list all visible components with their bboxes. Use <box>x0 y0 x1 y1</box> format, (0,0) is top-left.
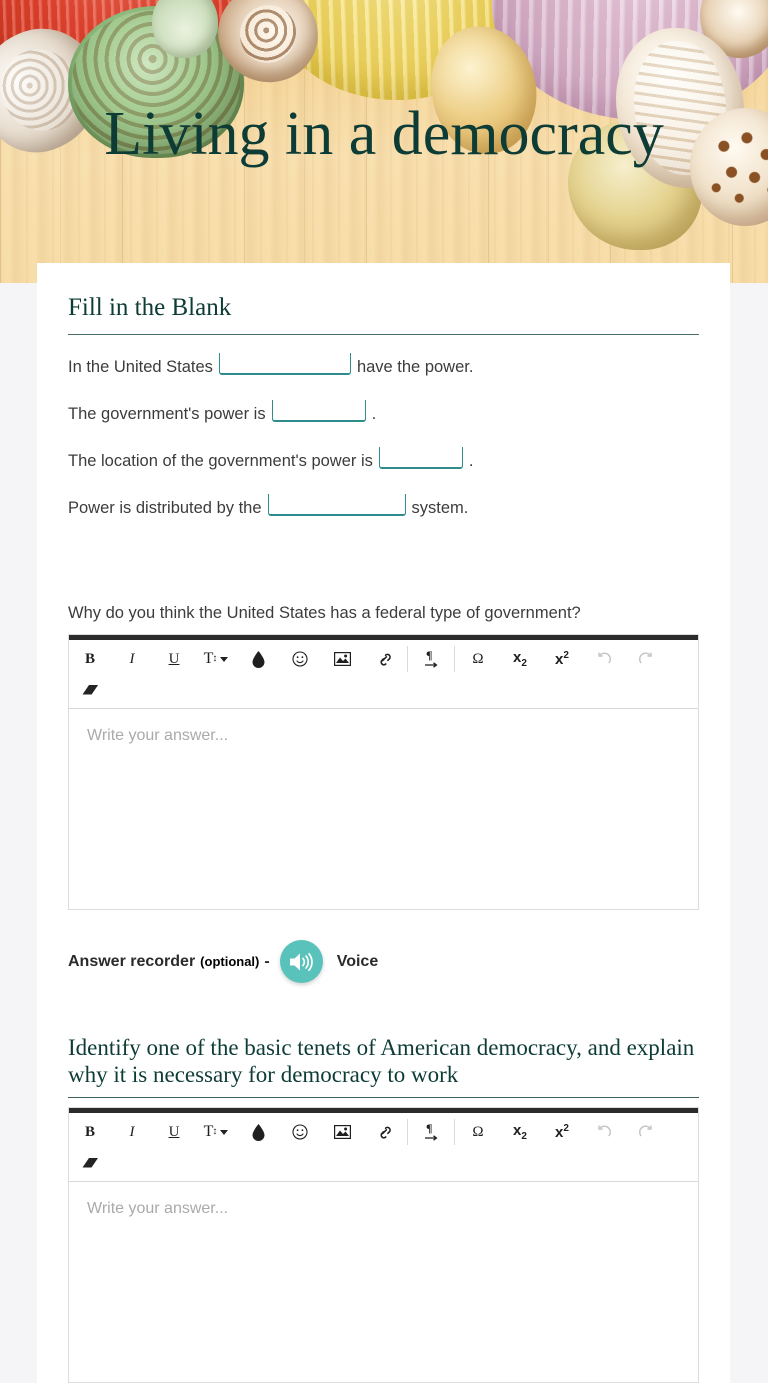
fill-blank-input-4[interactable] <box>267 494 406 516</box>
text-color-button[interactable] <box>237 1117 279 1147</box>
special-character-button[interactable]: Ω <box>457 644 499 674</box>
section-title-fill-in-the-blank: Fill in the Blank <box>68 294 232 321</box>
editor-textarea-1[interactable]: Write your answer... <box>69 709 698 910</box>
bold-button[interactable]: B <box>69 1117 111 1147</box>
fill-blank-input-1[interactable] <box>218 353 351 375</box>
redo-button[interactable] <box>625 644 667 674</box>
speaker-icon <box>290 952 314 971</box>
answer-recorder-label: Answer recorder <box>68 952 196 970</box>
clear-formatting-button[interactable] <box>69 1147 111 1177</box>
toolbar-separator <box>454 1119 455 1146</box>
toolbar-separator <box>454 646 455 673</box>
fill-blank-text-after-2: . <box>371 404 377 423</box>
superscript-button[interactable]: x2 <box>541 644 583 674</box>
italic-button[interactable]: I <box>111 644 153 674</box>
editor-toolbar-2: B I U T ↕ ¶ Ω x2 x2 <box>69 1113 698 1183</box>
droplet-icon <box>252 650 264 668</box>
chevron-down-icon <box>220 1129 229 1135</box>
fill-blank-text-before-3: The location of the government's power i… <box>68 451 373 470</box>
fill-blank-input-2[interactable] <box>271 400 366 422</box>
fill-blank-row-1: In the United States have the power. <box>68 353 699 375</box>
superscript-button[interactable]: x2 <box>541 1117 583 1147</box>
insert-link-button[interactable] <box>363 644 405 674</box>
chevron-down-icon <box>220 656 229 662</box>
svg-text:¶: ¶ <box>426 1121 432 1135</box>
undo-button[interactable] <box>583 644 625 674</box>
redo-button[interactable] <box>625 1117 667 1147</box>
image-icon <box>333 1125 351 1140</box>
answer-recorder-row: Answer recorder (optional) - Voice <box>68 940 699 984</box>
toolbar-separator <box>407 646 408 673</box>
bold-button[interactable]: B <box>69 644 111 674</box>
insert-image-button[interactable] <box>321 1117 363 1147</box>
paragraph-direction-icon: ¶ <box>424 648 437 669</box>
emoji-button[interactable] <box>279 644 321 674</box>
insert-link-button[interactable] <box>363 1117 405 1147</box>
fill-blank-text-after-1: have the power. <box>356 357 474 376</box>
undo-icon <box>598 1125 611 1137</box>
link-icon <box>379 653 391 666</box>
rich-text-editor-1: B I U T ↕ ¶ Ω x2 x2 Write your answer... <box>68 634 699 911</box>
font-size-button[interactable]: T ↕ <box>195 644 237 674</box>
question-2-divider <box>68 1097 699 1099</box>
fill-blank-text-after-4: system. <box>411 498 469 517</box>
redo-icon <box>639 652 652 664</box>
editor-toolbar-1: B I U T ↕ ¶ Ω x2 x2 <box>69 640 698 710</box>
underline-button[interactable]: U <box>153 1117 195 1147</box>
worksheet-card: Fill in the Blank In the United States h… <box>37 263 730 1383</box>
editor-textarea-2[interactable]: Write your answer... <box>69 1182 698 1383</box>
fill-blank-text-before-4: Power is distributed by the <box>68 498 262 517</box>
subscript-button[interactable]: x2 <box>499 1117 541 1147</box>
link-icon <box>379 1126 391 1139</box>
question-1-prompt: Why do you think the United States has a… <box>68 604 581 622</box>
insert-image-button[interactable] <box>321 644 363 674</box>
rich-text-editor-2: B I U T ↕ ¶ Ω x2 x2 Write your answer... <box>68 1107 699 1383</box>
smiley-icon <box>292 1124 308 1140</box>
fill-blank-text-before-1: In the United States <box>68 357 213 376</box>
eraser-icon <box>82 1158 98 1168</box>
paragraph-direction-icon: ¶ <box>424 1121 437 1142</box>
question-2-prompt: Identify one of the basic tenets of Amer… <box>68 1035 695 1087</box>
svg-text:¶: ¶ <box>426 648 432 662</box>
answer-recorder-optional-label: (optional) <box>200 954 260 970</box>
fill-blank-input-3[interactable] <box>378 447 463 469</box>
answer-recorder-dash: - <box>264 952 270 970</box>
eraser-icon <box>82 685 98 695</box>
font-size-button[interactable]: T ↕ <box>195 1117 237 1147</box>
fill-blank-text-after-3: . <box>468 451 474 470</box>
subscript-button[interactable]: x2 <box>499 644 541 674</box>
fill-blank-row-2: The government's power is . <box>68 400 699 422</box>
paragraph-direction-button[interactable]: ¶ <box>410 1117 452 1147</box>
undo-icon <box>598 652 611 664</box>
paragraph-direction-button[interactable]: ¶ <box>410 644 452 674</box>
text-color-button[interactable] <box>237 644 279 674</box>
redo-icon <box>639 1125 652 1137</box>
droplet-icon <box>252 1123 264 1141</box>
fill-blank-text-before-2: The government's power is <box>68 404 266 423</box>
toolbar-separator <box>407 1119 408 1146</box>
page-banner: Living in a democracy <box>0 0 768 283</box>
fill-blank-row-3: The location of the government's power i… <box>68 447 699 469</box>
italic-button[interactable]: I <box>111 1117 153 1147</box>
image-icon <box>333 652 351 667</box>
fill-blank-row-4: Power is distributed by the system. <box>68 494 699 516</box>
undo-button[interactable] <box>583 1117 625 1147</box>
voice-record-button[interactable] <box>279 940 323 984</box>
special-character-button[interactable]: Ω <box>457 1117 499 1147</box>
underline-button[interactable]: U <box>153 644 195 674</box>
smiley-icon <box>292 651 308 667</box>
emoji-button[interactable] <box>279 1117 321 1147</box>
clear-formatting-button[interactable] <box>69 674 111 704</box>
page-title: Living in a democracy <box>104 100 664 168</box>
section-divider <box>68 334 699 335</box>
voice-label: Voice <box>336 952 379 970</box>
